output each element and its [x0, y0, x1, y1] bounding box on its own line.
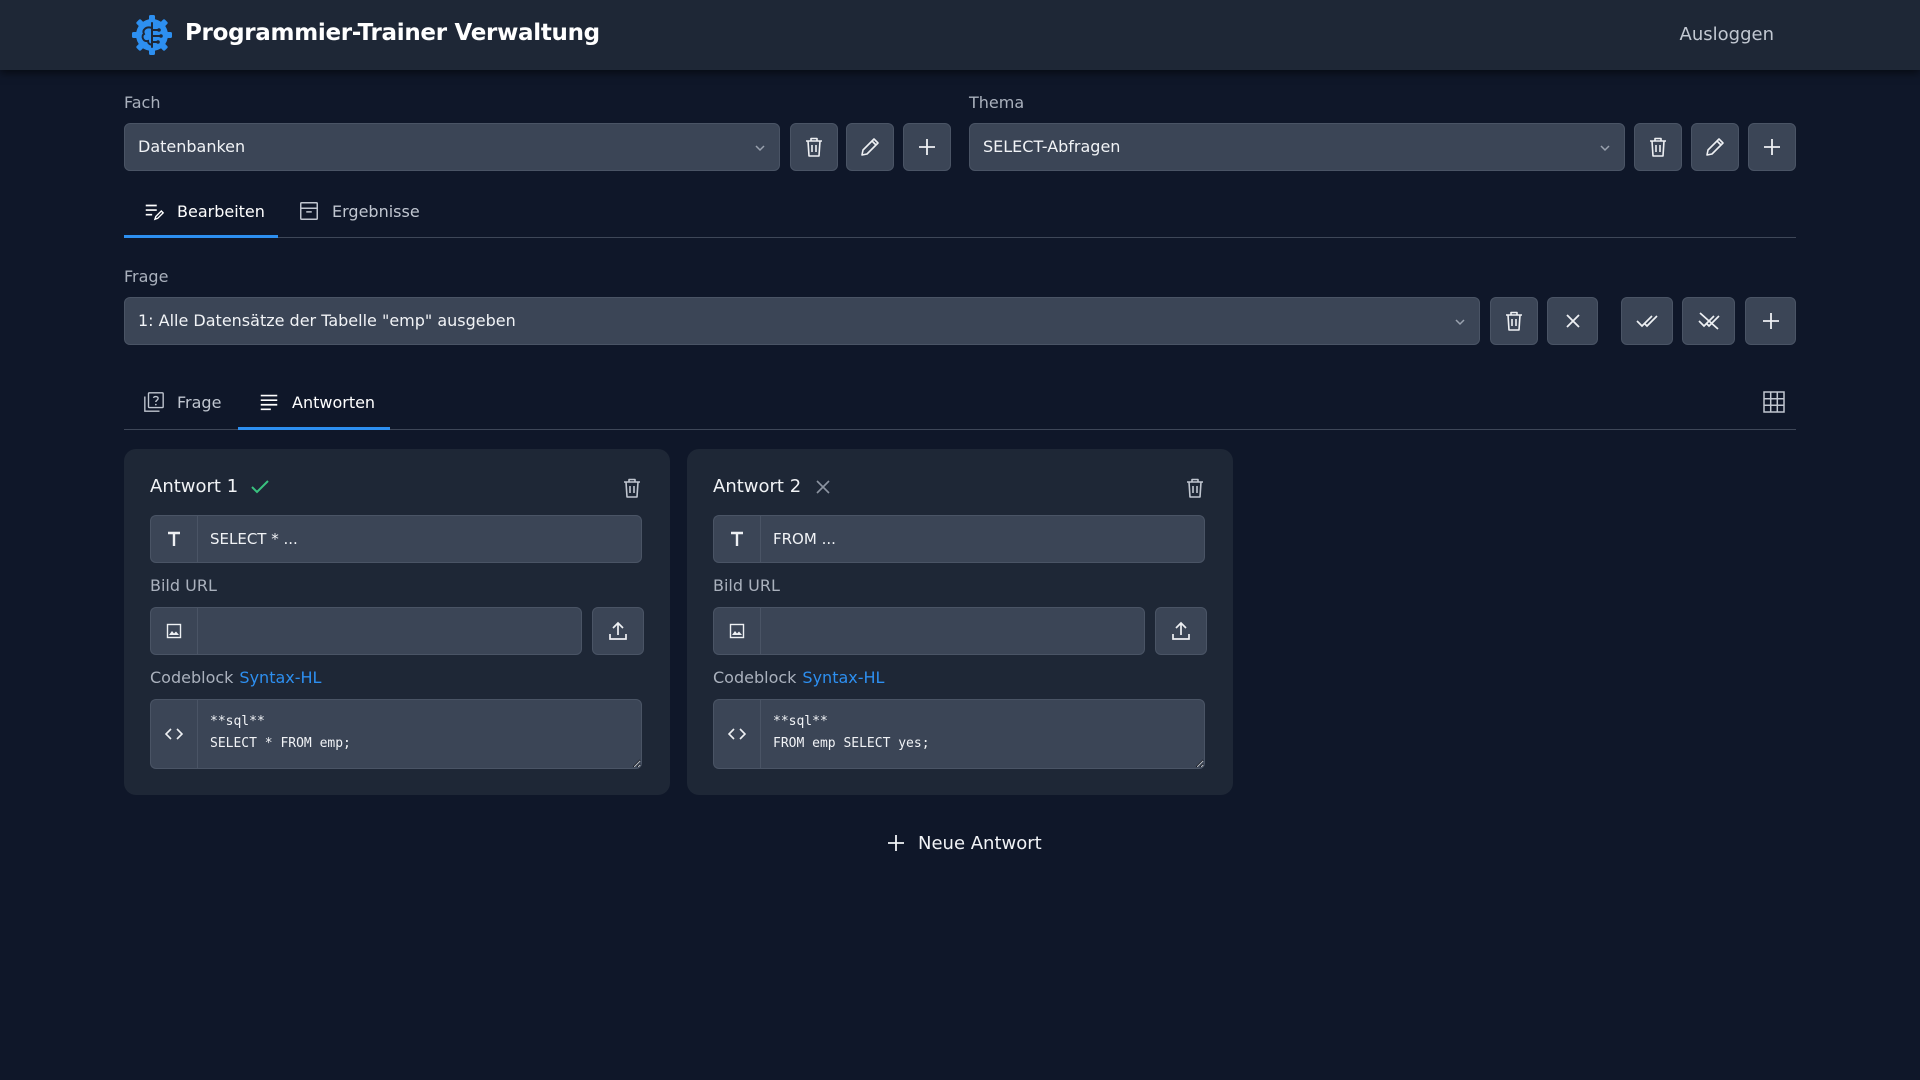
text-type-icon: [713, 515, 760, 563]
answer-text-group: FROM ...: [713, 515, 1205, 563]
tab-question[interactable]: Frage: [143, 380, 221, 424]
code-textarea[interactable]: **sql** FROM emp SELECT yes;: [760, 699, 1205, 769]
topic-select[interactable]: SELECT-Abfragen: [969, 123, 1625, 171]
subject-select-value: Datenbanken: [138, 137, 246, 156]
syntax-hl-link[interactable]: Syntax-HL: [239, 668, 321, 687]
code-textarea[interactable]: **sql** SELECT * FROM emp;: [197, 699, 642, 769]
answer-card: Antwort 2 FROM ... Bild URL Codeblock Syn…: [687, 449, 1233, 795]
double-check-off-icon: [1697, 312, 1720, 330]
code-icon: [713, 699, 760, 769]
plus-icon: [888, 835, 904, 851]
grid-view-button[interactable]: [1758, 386, 1790, 418]
image-url-group: [150, 607, 582, 655]
new-answer-label: Neue Antwort: [918, 832, 1042, 854]
tab-results[interactable]: Ergebnisse: [298, 189, 420, 233]
codeblock-group: **sql** FROM emp SELECT yes;: [713, 699, 1205, 769]
close-icon[interactable]: [813, 477, 833, 497]
close-question-button[interactable]: [1547, 297, 1598, 345]
app-header: Programmier-Trainer Verwaltung Ausloggen: [0, 0, 1920, 70]
plus-icon: [919, 139, 935, 155]
question-select-value: 1: Alle Datensätze der Tabelle "emp" aus…: [138, 311, 516, 330]
chevron-down-icon: [1600, 145, 1610, 152]
image-url-input[interactable]: [197, 607, 582, 655]
topic-select-value: SELECT-Abfragen: [983, 137, 1121, 156]
edit-subject-button[interactable]: [846, 123, 894, 171]
brain-gear-logo-icon: [132, 15, 172, 55]
trash-icon[interactable]: [620, 476, 644, 500]
code-icon: [150, 699, 197, 769]
trash-icon: [1506, 311, 1522, 331]
active-question-tab-indicator: [238, 427, 390, 430]
upload-image-button[interactable]: [1155, 607, 1207, 655]
question-select[interactable]: 1: Alle Datensätze der Tabelle "emp" aus…: [124, 297, 1480, 345]
logout-link[interactable]: Ausloggen: [1680, 24, 1774, 45]
tab-edit[interactable]: Bearbeiten: [143, 189, 265, 233]
codeblock-group: **sql** SELECT * FROM emp;: [150, 699, 642, 769]
topic-label: Thema: [969, 93, 1025, 112]
answer-title: Antwort 2: [713, 476, 833, 497]
codeblock-label-text: Codeblock: [150, 668, 234, 687]
add-question-button[interactable]: [1745, 297, 1796, 345]
question-label: Frage: [124, 267, 169, 286]
subject-label: Fach: [124, 93, 161, 112]
image-url-label: Bild URL: [150, 576, 217, 595]
edit-list-icon: [145, 204, 165, 221]
image-url-input[interactable]: [760, 607, 1145, 655]
unmark-all-button[interactable]: [1682, 297, 1735, 345]
add-topic-button[interactable]: [1748, 123, 1796, 171]
answer-title: Antwort 1: [150, 476, 270, 497]
tab-results-label: Ergebnisse: [332, 201, 420, 221]
chevron-down-icon: [1455, 319, 1465, 326]
edit-topic-button[interactable]: [1691, 123, 1739, 171]
image-icon: [713, 607, 760, 655]
pencil-icon: [861, 138, 879, 156]
tabs-divider: [124, 237, 1796, 238]
add-subject-button[interactable]: [903, 123, 951, 171]
answer-title-text: Antwort 2: [713, 476, 802, 497]
grid-icon: [1763, 391, 1785, 413]
mark-all-correct-button[interactable]: [1621, 297, 1673, 345]
answer-card: Antwort 1 SELECT * ... Bild URL Codebloc…: [124, 449, 670, 795]
text-type-icon: [150, 515, 197, 563]
codeblock-label: Codeblock Syntax-HL: [150, 668, 321, 687]
upload-icon: [609, 621, 627, 640]
trash-icon: [806, 137, 822, 157]
tab-answers[interactable]: Antworten: [258, 380, 375, 424]
syntax-hl-link[interactable]: Syntax-HL: [802, 668, 884, 687]
answer-text-group: SELECT * ...: [150, 515, 642, 563]
delete-question-button[interactable]: [1490, 297, 1538, 345]
answer-text-input[interactable]: SELECT * ...: [197, 515, 642, 563]
trash-icon[interactable]: [1183, 476, 1207, 500]
app-title: Programmier-Trainer Verwaltung: [185, 20, 600, 46]
tab-question-label: Frage: [177, 392, 222, 412]
new-answer-button[interactable]: Neue Antwort: [886, 828, 1042, 858]
check-icon[interactable]: [250, 477, 270, 497]
double-check-icon: [1636, 315, 1658, 328]
pencil-icon: [1706, 138, 1724, 156]
close-icon: [1565, 314, 1580, 328]
answer-title-text: Antwort 1: [150, 476, 239, 497]
plus-icon: [1764, 139, 1780, 155]
codeblock-label: Codeblock Syntax-HL: [713, 668, 884, 687]
active-tab-indicator: [124, 235, 278, 238]
tab-edit-label: Bearbeiten: [177, 201, 265, 221]
delete-topic-button[interactable]: [1634, 123, 1682, 171]
image-url-group: [713, 607, 1145, 655]
plus-icon: [1762, 313, 1779, 329]
list-lines-icon: [260, 394, 278, 411]
codeblock-label-text: Codeblock: [713, 668, 797, 687]
answer-text-input[interactable]: FROM ...: [760, 515, 1205, 563]
subject-select[interactable]: Datenbanken: [124, 123, 780, 171]
image-url-label: Bild URL: [713, 576, 780, 595]
upload-icon: [1172, 621, 1190, 640]
upload-image-button[interactable]: [592, 607, 644, 655]
question-box-icon: [144, 392, 164, 412]
trash-icon: [1650, 137, 1666, 157]
archive-icon: [300, 202, 318, 220]
image-icon: [150, 607, 197, 655]
tab-answers-label: Antworten: [292, 392, 376, 412]
delete-subject-button[interactable]: [790, 123, 838, 171]
chevron-down-icon: [755, 145, 765, 152]
